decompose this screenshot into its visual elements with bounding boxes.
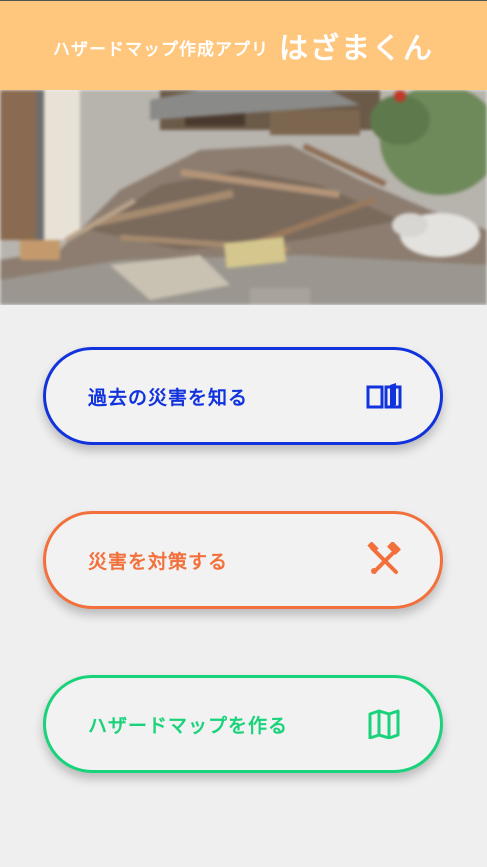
app-title: はざまくん [278,30,434,65]
create-hazard-map-button[interactable]: ハザードマップを作る [43,675,443,773]
tools-icon [364,540,404,580]
app-header: ハザードマップ作成アプリ はざまくん [0,0,487,90]
create-hazard-map-label: ハザードマップを作る [88,714,289,737]
learn-past-disasters-button[interactable]: 過去の災害を知る [43,347,443,445]
map-icon [364,704,404,744]
book-icon [364,376,404,416]
app-subtitle: ハザードマップ作成アプリ [52,40,269,60]
prepare-disaster-button[interactable]: 災害を対策する [43,511,443,609]
learn-past-disasters-label: 過去の災害を知る [88,386,249,409]
hero-image [0,90,487,305]
prepare-disaster-label: 災害を対策する [88,550,229,573]
